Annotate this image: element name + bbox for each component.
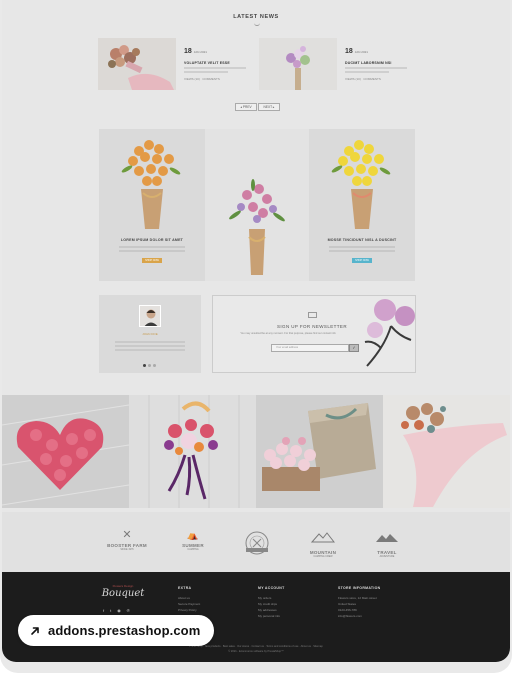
peaks-icon [376,534,398,542]
store-email[interactable]: info@flowers.com [338,613,381,619]
pinterest-icon[interactable]: ℗ [127,608,130,613]
gallery-image[interactable] [2,395,129,508]
footer-store-column: STORE INFORMATION Flowers store, 12 Main… [338,586,381,619]
news-excerpt-line [184,67,246,69]
news-day: 18 [184,48,192,55]
footer-account-column: MY ACCOUNT My orders My credit slips My … [258,586,285,619]
logo-wordmark: Bouquet [101,588,145,599]
gallery-image[interactable] [129,395,256,508]
footer-column-title: STORE INFORMATION [338,586,381,590]
title-ornament [254,22,260,26]
brand-subtitle: CAMPING [187,548,199,551]
badge-icon [245,531,269,555]
newsletter-subtitle: You may unsubscribe at any moment. For t… [240,332,336,335]
facebook-icon[interactable]: f [103,608,104,613]
brand-subtitle: CAMPING CREW [313,555,333,558]
shop-now-button[interactable]: SHOP NOW [142,258,162,263]
news-thumbnail[interactable] [259,38,337,90]
footer-link[interactable]: Privacy Policy [178,607,200,613]
news-thumbnail[interactable] [98,38,176,90]
prev-button[interactable]: ◂ PREV [235,103,257,111]
brand-subtitle: ADVENTURE [379,555,395,558]
news-day: 18 [345,48,353,55]
banner-caption: MOSSE TINCIDUNT NISL A DUSCINT [327,238,397,242]
store-homepage: LATEST NEWS 18 JAN 2021 VOLUPTATE VELIT E… [2,0,510,662]
twitter-icon[interactable]: t [110,608,111,613]
orchid-decoration [364,299,415,367]
flower-gallery [2,395,510,508]
testimonial-text-line [115,345,185,347]
testimonial-text-line [115,341,185,343]
source-link-pill[interactable]: addons.prestashop.com [18,615,215,646]
brand-logo[interactable]: TRAVEL ADVENTURE [362,530,412,558]
news-excerpt-line [345,71,389,73]
banner-text-line [329,246,395,248]
carousel-dots[interactable] [143,364,156,367]
news-excerpt-line [345,67,407,69]
footer-extra-column: EXTRA About us Secure Payment Privacy Po… [178,586,200,613]
next-button[interactable]: NEXT ▸ [258,103,280,111]
envelope-icon [308,312,317,318]
news-post[interactable]: 18 JAN 2021 DUCIMT LABORSNIM NSI VIEWS (1… [259,38,414,92]
banner-caption: LOREM IPSUM DOLOR SIT AMET [120,238,184,242]
comments-link[interactable]: COMMENTS [363,77,381,81]
banner-text-line [119,246,185,248]
banner-text-line [119,250,185,252]
carousel-dot[interactable] [148,364,151,367]
avatar [139,305,161,327]
news-excerpt-line [184,71,228,73]
banner-text-line [329,250,395,252]
gallery-image[interactable] [256,395,383,508]
external-link-arrow-icon [31,626,39,635]
brand-logo[interactable] [232,530,282,556]
rss-icon[interactable]: ◉ [117,608,121,613]
views-count: VIEWS (10) [184,77,200,81]
source-url[interactable]: addons.prestashop.com [48,623,200,638]
brand-logo[interactable]: ✕ BOOSTER FARM SINCE 1976 [102,530,152,556]
carousel-dot[interactable] [153,364,156,367]
testimonial: JOHN DOE [99,295,201,373]
latest-news-title: LATEST NEWS [233,14,279,20]
pink-bouquet-image [229,179,285,275]
screenshot-frame: LATEST NEWS 18 JAN 2021 VOLUPTATE VELIT E… [0,0,512,673]
shop-now-button[interactable]: SHOP NOW [352,258,372,263]
news-headline[interactable]: DUCIMT LABORSNIM NSI [345,61,415,65]
footer-column-title: EXTRA [178,586,192,590]
camper-icon: ⛺ [187,530,199,540]
footer-link[interactable]: My personal info [258,613,285,619]
bouquet-banner[interactable]: LOREM IPSUM DOLOR SIT AMET SHOP NOW [99,129,205,281]
views-count: VIEWS (10) [345,77,361,81]
news-headline[interactable]: VOLUPTATE VELIT ESSE [184,61,254,65]
bouquet-banner[interactable] [205,129,309,281]
newsletter-email-input[interactable]: Your email address [271,344,349,352]
comments-link[interactable]: COMMENTS [202,77,220,81]
testimonial-name: JOHN DOE [142,332,158,336]
news-month: JAN 2021 [193,50,207,54]
news-post[interactable]: 18 JAN 2021 VOLUPTATE VELIT ESSE VIEWS (1… [98,38,253,92]
brand-logo[interactable]: MOUNTAIN CAMPING CREW [298,530,348,558]
news-month: JAN 2021 [354,50,368,54]
copyright: © 2021 - Ecommerce software by PrestaSho… [228,650,284,653]
testimonial-text-line [115,349,185,351]
store-logo[interactable]: Flowers Design Bouquet [98,584,148,599]
carousel-dot[interactable] [143,364,146,367]
bouquet-banner[interactable]: MOSSE TINCIDUNT NISL A DUSCINT SHOP NOW [309,129,415,281]
brand-logos: ✕ BOOSTER FARM SINCE 1976 ⛺ SUMMER CAMPI… [2,512,510,572]
social-links: f t ◉ ℗ [103,608,130,613]
newsletter-block: SIGN UP FOR NEWSLETTER You may unsubscri… [212,295,416,373]
gallery-image[interactable] [383,395,510,508]
crossed-tools-icon: ✕ [122,529,132,541]
brand-subtitle: SINCE 1976 [120,548,134,551]
footer-column-title: MY ACCOUNT [258,586,285,590]
brand-logo[interactable]: ⛺ SUMMER CAMPING [168,530,218,556]
mountain-icon [310,532,336,543]
